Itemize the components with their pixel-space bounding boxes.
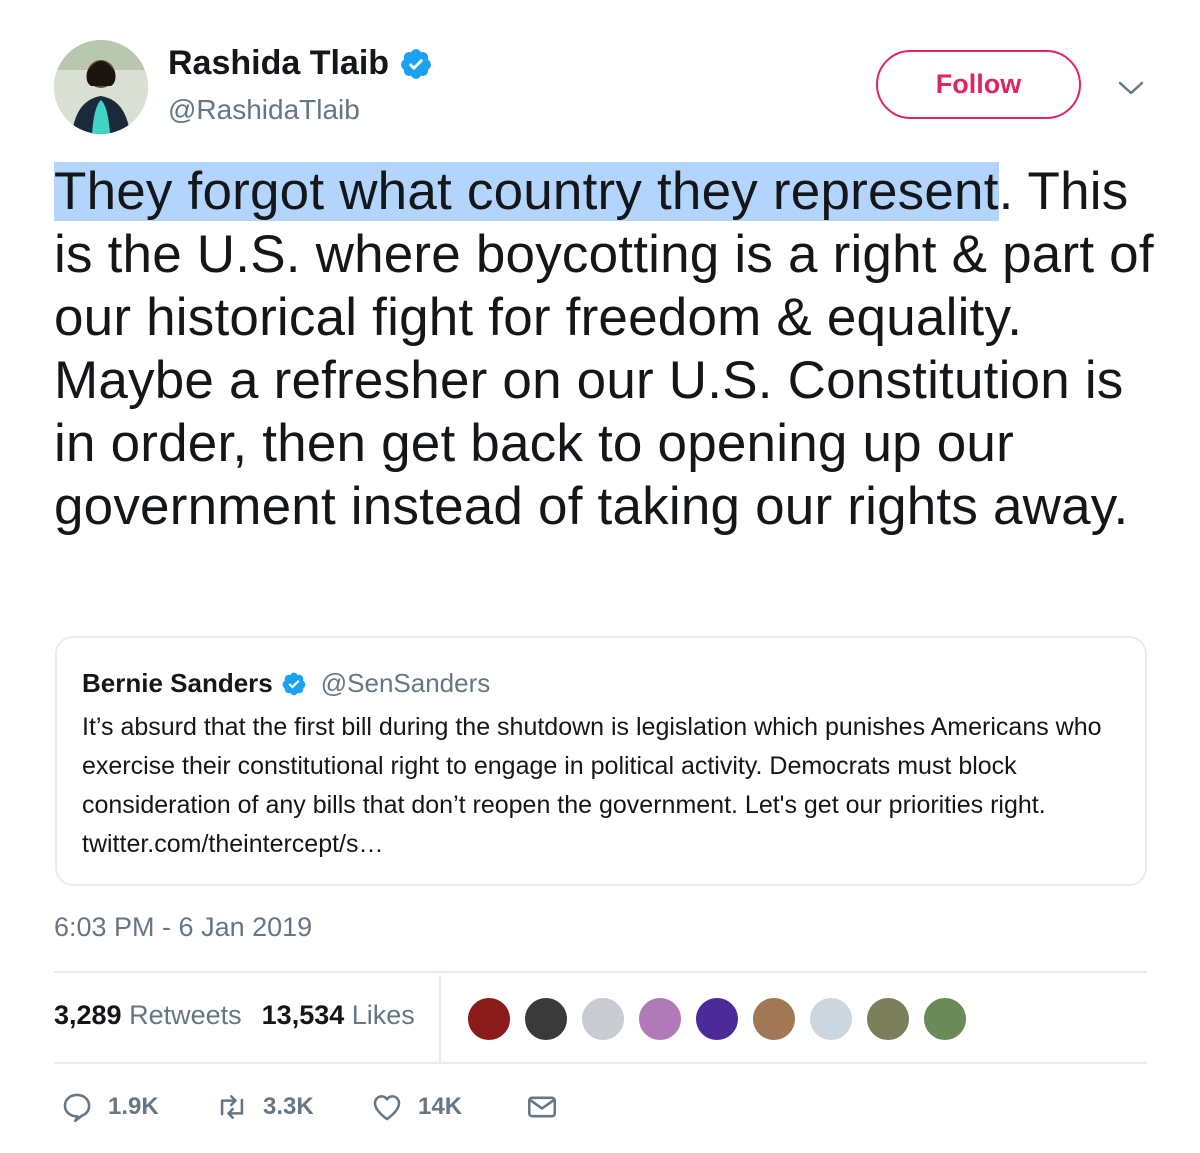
engagement-stats: 3,289 Retweets 13,534 Likes: [54, 1000, 415, 1031]
likes-label: Likes: [351, 1000, 415, 1030]
quoted-tweet-card[interactable]: Bernie Sanders @SenSanders It’s absurd t…: [55, 636, 1147, 886]
reply-button[interactable]: 1.9K: [60, 1090, 215, 1124]
liker-avatar[interactable]: [466, 996, 512, 1042]
heart-icon: [373, 1095, 401, 1121]
author-handle[interactable]: @RashidaTlaib: [168, 94, 360, 126]
avatar-image: [54, 40, 148, 134]
likes-stat[interactable]: 13,534 Likes: [262, 1000, 415, 1031]
retweets-stat[interactable]: 3,289 Retweets: [54, 1000, 242, 1031]
chevron-down-icon[interactable]: [1116, 76, 1146, 100]
like-count: 14K: [418, 1093, 463, 1120]
stats-separator: [439, 975, 441, 1063]
quoted-author-name: Bernie Sanders: [82, 668, 273, 698]
likes-count: 13,534: [261, 1000, 345, 1030]
retweets-count: 3,289: [54, 1000, 122, 1030]
like-button[interactable]: 14K: [370, 1090, 525, 1124]
verified-badge-icon: [401, 48, 431, 79]
liker-avatar[interactable]: [637, 996, 683, 1042]
retweet-count: 3.3K: [263, 1093, 314, 1120]
divider: [54, 971, 1147, 973]
liker-avatar[interactable]: [523, 996, 569, 1042]
direct-message-button[interactable]: [525, 1090, 559, 1124]
quoted-tweet-text: It’s absurd that the first bill during t…: [82, 713, 1102, 858]
retweet-icon: [220, 1095, 244, 1119]
liker-avatar[interactable]: [922, 996, 968, 1042]
liker-avatar[interactable]: [865, 996, 911, 1042]
liker-avatar[interactable]: [808, 996, 854, 1042]
quoted-tweet-header: Bernie Sanders @SenSanders: [82, 668, 490, 699]
verified-badge-icon: [282, 672, 306, 695]
tweet-text: They forgot what country they represent.…: [54, 160, 1164, 538]
divider: [54, 1062, 1147, 1064]
liker-avatar[interactable]: [580, 996, 626, 1042]
reply-icon: [63, 1093, 91, 1123]
liker-avatar[interactable]: [751, 996, 797, 1042]
reply-count: 1.9K: [108, 1093, 159, 1120]
follow-button[interactable]: Follow: [876, 50, 1081, 119]
retweet-button[interactable]: 3.3K: [215, 1090, 370, 1124]
liker-avatars: [466, 996, 968, 1042]
envelope-icon: [527, 1096, 557, 1118]
tweet-timestamp[interactable]: 6:03 PM - 6 Jan 2019: [54, 912, 312, 943]
author-name[interactable]: Rashida Tlaib: [168, 44, 389, 83]
author-name-row: Rashida Tlaib: [168, 44, 433, 83]
selected-text: They forgot what country they represent: [54, 162, 999, 221]
tweet-actions: 1.9K 3.3K 14K: [60, 1090, 559, 1124]
liker-avatar[interactable]: [694, 996, 740, 1042]
retweets-label: Retweets: [129, 1000, 242, 1030]
quoted-author-handle: @SenSanders: [320, 668, 491, 698]
author-avatar[interactable]: [54, 40, 148, 134]
